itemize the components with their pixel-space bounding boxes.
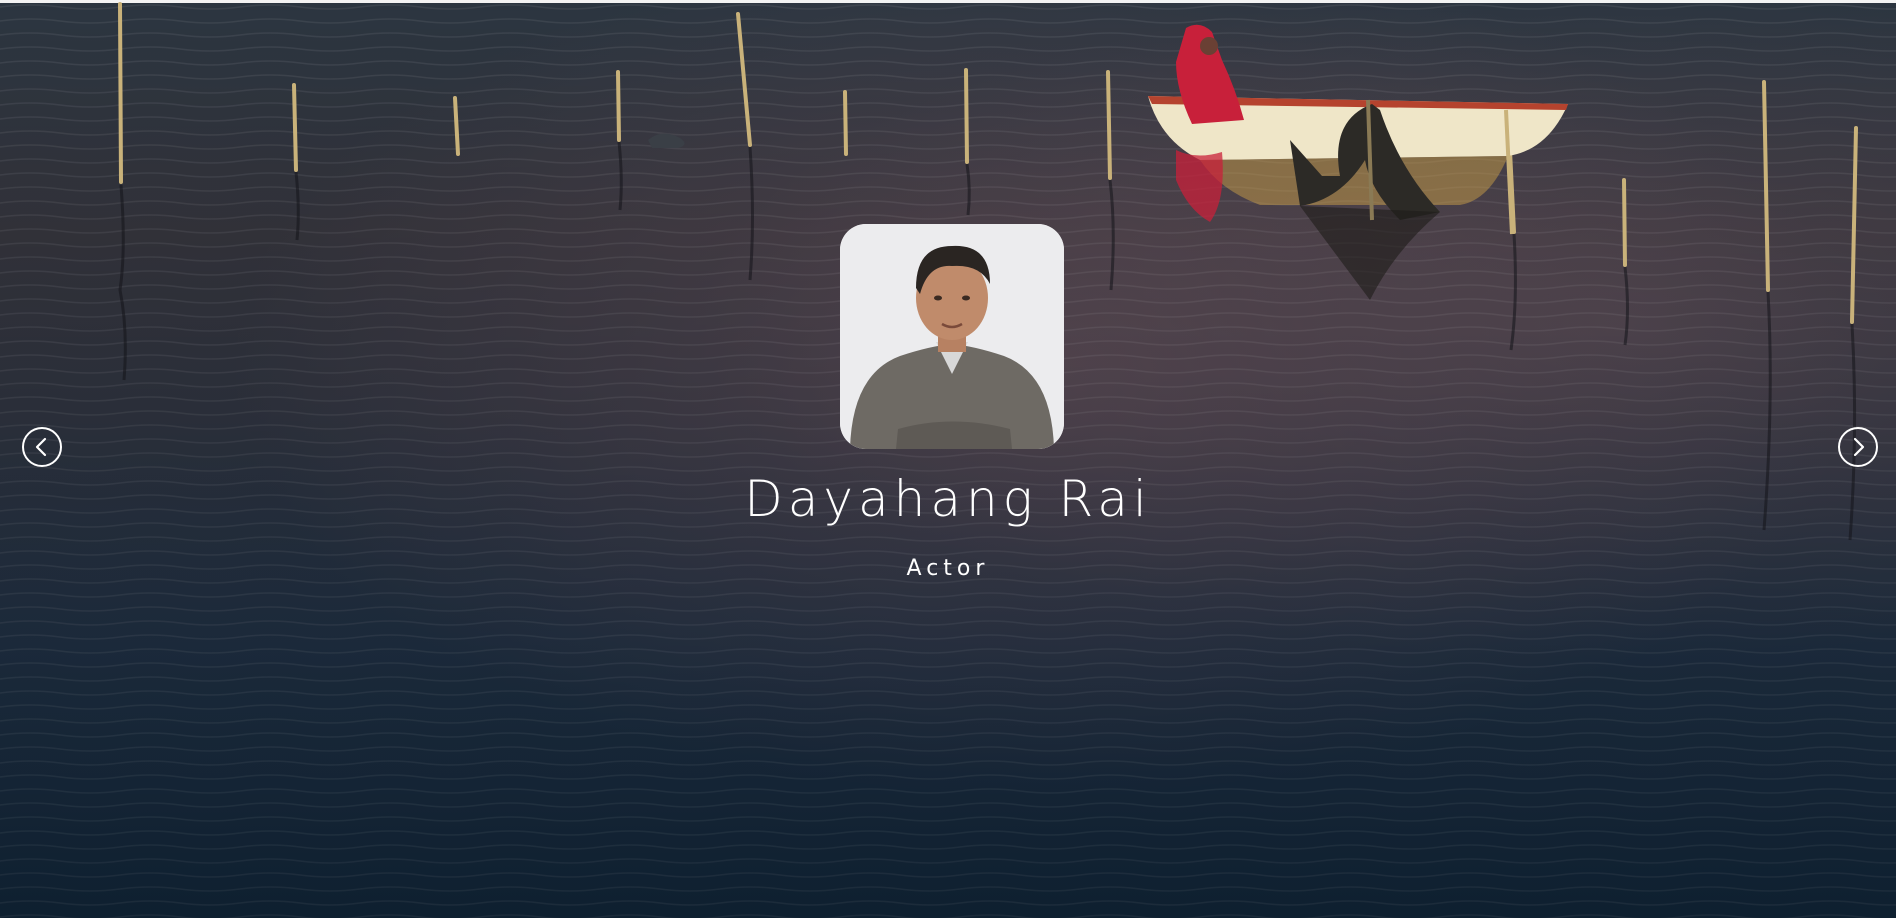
profile-photo <box>840 224 1064 449</box>
chevron-left-icon <box>35 437 47 457</box>
chevron-right-icon <box>1853 437 1865 457</box>
lake-background-image <box>0 0 1896 918</box>
person-role: Actor <box>906 556 990 581</box>
person-name: Dayahang Rai <box>744 470 1152 528</box>
next-slide-button[interactable] <box>1838 427 1878 467</box>
hero-slide: Dayahang Rai Actor <box>0 0 1896 918</box>
previous-slide-button[interactable] <box>22 427 62 467</box>
